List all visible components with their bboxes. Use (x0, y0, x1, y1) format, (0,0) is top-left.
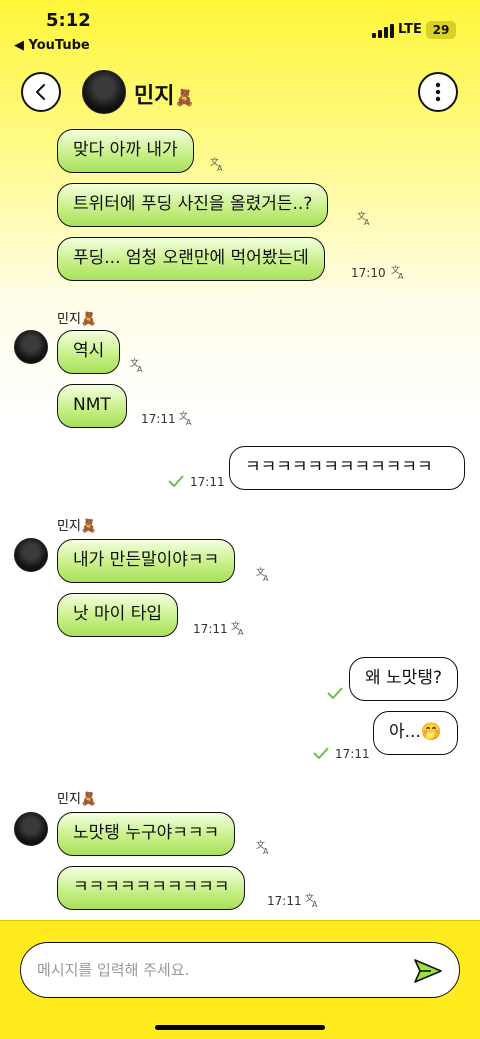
sender-name: 민지🧸 (57, 308, 97, 327)
message-bubble[interactable]: ㅋㅋㅋㅋㅋㅋㅋㅋㅋㅋ (57, 866, 246, 910)
message-input-container[interactable] (20, 942, 460, 998)
translate-icon[interactable]: 文A (391, 264, 407, 280)
translate-icon[interactable]: 文A (210, 156, 226, 172)
message-bubble[interactable]: 맞다 아까 내가 (57, 129, 194, 173)
message-timestamp: 17:11 (335, 747, 370, 761)
message-bubble[interactable]: 트위터에 푸딩 사진을 올렸거든..? (57, 183, 329, 227)
svg-text:A: A (238, 628, 244, 636)
chat-title-name: 민지 (134, 84, 175, 109)
message-bubble[interactable]: ㅋㅋㅋㅋㅋㅋㅋㅋㅋㅋㅋㅋ (229, 446, 465, 490)
chat-header: 민지🧸 (0, 66, 480, 122)
svg-text:A: A (186, 418, 192, 426)
status-bar: 5:12 ◀ YouTube LTE 29 (0, 0, 480, 60)
translate-icon[interactable]: 文A (256, 839, 272, 855)
message-bubble[interactable]: 푸딩... 엄청 오랜만에 먹어봤는데 (57, 237, 325, 281)
message-bubble[interactable]: NMT (57, 384, 127, 428)
svg-text:A: A (137, 365, 143, 373)
sender-name: 민지🧸 (57, 515, 97, 534)
message-bubble[interactable]: 왜 노맛탱? (349, 657, 458, 701)
back-button[interactable] (21, 72, 61, 112)
message-timestamp: 17:11 (141, 412, 176, 426)
sender-name-text: 민지 (57, 519, 81, 534)
svg-text:A: A (364, 218, 370, 226)
message-input-bar (0, 920, 480, 1039)
message-bubble[interactable]: 낫 마이 타입 (57, 593, 179, 637)
check-icon (327, 687, 343, 699)
svg-text:A: A (398, 272, 404, 280)
message-bubble[interactable]: 내가 만든말이야ㅋㅋ (57, 539, 236, 583)
check-icon (168, 475, 184, 487)
message-timestamp: 17:11 (267, 894, 302, 908)
message-bubble[interactable]: 역시 (57, 330, 121, 374)
check-icon (313, 747, 329, 759)
status-time: 5:12 (46, 10, 91, 31)
teddy-bear-emoji: 🧸 (80, 792, 98, 807)
translate-icon[interactable]: 文A (256, 566, 272, 582)
message-bubble[interactable]: 노맛탱 누구야ㅋㅋㅋ (57, 812, 236, 856)
signal-icon (372, 24, 394, 38)
sender-avatar[interactable] (14, 812, 48, 846)
chevron-left-icon (36, 84, 45, 100)
teddy-bear-emoji: 🧸 (174, 88, 195, 107)
send-icon[interactable] (413, 957, 443, 985)
svg-text:A: A (263, 847, 269, 855)
more-options-button[interactable] (418, 72, 458, 112)
battery-icon: 29 (426, 21, 456, 39)
message-bubble[interactable]: 아...🤭 (373, 711, 459, 755)
translate-icon[interactable]: 文A (130, 357, 146, 373)
sender-avatar[interactable] (14, 538, 48, 572)
message-timestamp: 17:11 (193, 622, 228, 636)
profile-avatar[interactable] (82, 70, 126, 114)
translate-icon[interactable]: 文A (179, 410, 195, 426)
sender-name: 민지🧸 (57, 788, 97, 807)
home-indicator (155, 1025, 325, 1030)
message-timestamp: 17:10 (351, 266, 386, 280)
translate-icon[interactable]: 文A (231, 620, 247, 636)
svg-text:A: A (217, 164, 223, 172)
teddy-bear-emoji: 🧸 (80, 312, 98, 327)
chat-title: 민지🧸 (134, 78, 194, 110)
message-input[interactable] (37, 957, 407, 983)
back-to-youtube-link[interactable]: ◀ YouTube (14, 38, 90, 53)
sender-name-text: 민지 (57, 792, 81, 807)
translate-icon[interactable]: 文A (305, 892, 321, 908)
sender-avatar[interactable] (14, 330, 48, 364)
svg-text:A: A (263, 574, 269, 582)
network-type: LTE (398, 22, 422, 37)
teddy-bear-emoji: 🧸 (80, 519, 98, 534)
svg-text:A: A (312, 900, 318, 908)
more-vertical-icon (435, 82, 441, 102)
translate-icon[interactable]: 文A (357, 210, 373, 226)
message-timestamp: 17:11 (190, 475, 225, 489)
sender-name-text: 민지 (57, 312, 81, 327)
